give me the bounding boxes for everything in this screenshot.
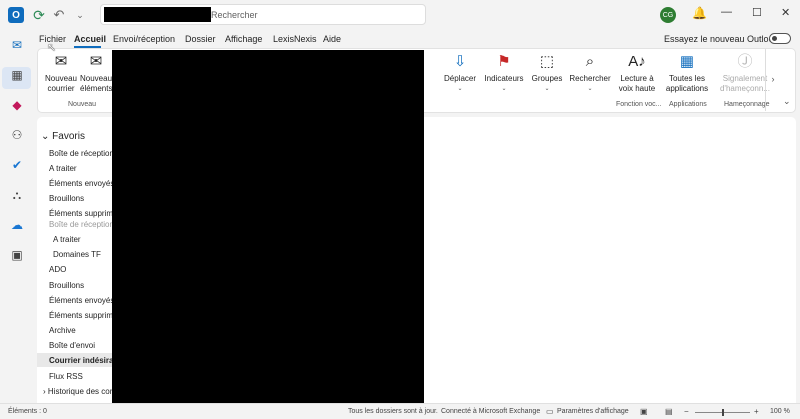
menu-envoi-reception[interactable]: Envoi/réception — [113, 34, 175, 44]
maximize-icon[interactable]: ☐ — [752, 6, 762, 19]
menu-accueil[interactable]: Accueil — [74, 34, 106, 44]
folder-item[interactable]: Boîte d'envoi — [49, 341, 95, 350]
folder-pane: ⌄ Favoris Boîte de réception A traiter É… — [37, 117, 112, 408]
mouse-cursor-icon: ↖ — [47, 42, 57, 54]
folder-item[interactable]: Éléments supprimés — [49, 209, 112, 218]
redacted-block — [104, 7, 211, 22]
people-icon[interactable]: ⚇ — [9, 127, 25, 143]
phishing-shield-icon: Ⓙ — [737, 53, 753, 70]
menu-lexisnexis[interactable]: LexisNexis — [273, 34, 317, 44]
app-rail: ✉ ▦ ◆ ⚇ ✔ ⛬ ☁ ▣ — [0, 30, 33, 408]
calendar-icon[interactable]: ▦ — [9, 67, 25, 83]
group-label-voice: Fonction voc... — [616, 101, 662, 108]
undo-icon[interactable]: ↶ — [51, 7, 67, 23]
minimize-icon[interactable]: — — [721, 6, 732, 18]
read-aloud-icon: A♪ — [628, 53, 646, 70]
folder-item[interactable]: A traiter — [49, 164, 77, 173]
try-new-outlook-toggle[interactable] — [769, 33, 791, 44]
envelope-icon: ✉ — [54, 53, 68, 70]
folder-item[interactable]: Brouillons — [49, 281, 84, 290]
display-settings-icon: ▭ — [546, 407, 554, 416]
read-aloud-button[interactable]: A♪ Lecture à voix haute — [616, 52, 658, 94]
bell-icon[interactable]: 🔔 — [692, 6, 707, 20]
search-icon: ⌕ — [585, 53, 595, 70]
status-bar: Éléments : 0 Tous les dossiers sont à jo… — [0, 403, 800, 419]
apps-icon[interactable]: ▣ — [9, 247, 25, 263]
redacted-region — [112, 50, 424, 415]
reading-pane — [424, 117, 796, 408]
move-button[interactable]: ⇩ Déplacer ⌄ — [441, 52, 479, 94]
find-button[interactable]: ⌕ Rechercher ⌄ — [569, 52, 611, 94]
folder-item[interactable]: Boîte de réception — [49, 220, 112, 229]
new-mail-button[interactable]: ✉ Nouveau courrier — [44, 52, 78, 94]
folder-item[interactable]: Flux RSS — [49, 372, 83, 381]
groups-icon: ⬚ — [539, 53, 555, 70]
envelope-icon: ✉ — [89, 53, 103, 70]
items-count: Éléments : 0 — [8, 408, 47, 415]
menu-aide[interactable]: Aide — [323, 34, 341, 44]
search-placeholder: Rechercher — [211, 10, 258, 20]
groups-icon[interactable]: ⛬ — [9, 187, 25, 203]
folder-item[interactable]: Boîte de réception — [49, 149, 112, 158]
menu-affichage[interactable]: Affichage — [225, 34, 262, 44]
zoom-out-icon[interactable]: − — [684, 407, 689, 416]
copilot-icon[interactable]: ◆ — [9, 97, 25, 113]
apps-grid-icon: ▦ — [679, 53, 695, 70]
folder-item[interactable]: Éléments supprimés — [49, 311, 112, 320]
folder-item[interactable]: Domaines TF — [53, 250, 101, 259]
folder-item[interactable]: Éléments envoyés — [49, 179, 112, 188]
chevron-down-icon[interactable]: ⌄ — [72, 7, 88, 23]
tags-button[interactable]: ⚑ Indicateurs ⌄ — [483, 52, 525, 94]
group-label-phishing: Hameçonnage — [724, 101, 770, 108]
favorites-header[interactable]: ⌄ Favoris — [41, 131, 85, 142]
zoom-slider-handle[interactable] — [722, 409, 724, 416]
display-settings-button[interactable]: Paramètres d'affichage — [557, 408, 629, 415]
avatar[interactable]: CG — [660, 7, 676, 23]
title-bar: O ⟳ ↶ ⌄ Rechercher CG 🔔 — ☐ ✕ — [0, 0, 800, 30]
new-items-button[interactable]: ✉ Nouveaux éléments — [80, 52, 116, 94]
folder-item[interactable]: ADO — [49, 265, 66, 274]
ribbon-collapse-icon[interactable]: ⌄ — [783, 96, 791, 107]
onedrive-icon[interactable]: ☁ — [9, 217, 25, 233]
folder-item-selected[interactable]: Courrier indésirable — [49, 356, 112, 365]
flag-icon: ⚑ — [497, 53, 511, 70]
folder-item[interactable]: › Historique des conversations — [43, 387, 112, 396]
folder-item[interactable]: Brouillons — [49, 194, 84, 203]
reading-view-icon[interactable]: ▤ — [665, 407, 673, 416]
ribbon-scroll-right-icon[interactable]: › — [765, 49, 780, 111]
sync-status: Tous les dossiers sont à jour. — [348, 408, 438, 415]
search-input[interactable]: Rechercher — [100, 4, 426, 25]
menu-bar: Fichier Accueil Envoi/réception Dossier … — [0, 30, 800, 48]
all-apps-button[interactable]: ▦ Toutes les applications — [664, 52, 710, 94]
menu-dossier[interactable]: Dossier — [185, 34, 216, 44]
group-label-apps: Applications — [669, 101, 707, 108]
report-phishing-button[interactable]: Ⓙ Signalement d'hameçonn... — [719, 52, 771, 94]
sync-icon[interactable]: ⟳ — [31, 7, 47, 23]
mail-icon[interactable]: ✉ — [9, 37, 25, 53]
move-folder-icon: ⇩ — [453, 53, 467, 70]
groups-button[interactable]: ⬚ Groupes ⌄ — [528, 52, 566, 94]
folder-item[interactable]: Éléments envoyés — [49, 296, 112, 305]
close-icon[interactable]: ✕ — [781, 6, 790, 19]
zoom-in-icon[interactable]: + — [754, 407, 759, 416]
normal-view-icon[interactable]: ▣ — [640, 407, 648, 416]
todo-icon[interactable]: ✔ — [9, 157, 25, 173]
connection-status: Connecté à Microsoft Exchange — [441, 408, 541, 415]
group-label-new: Nouveau — [68, 101, 97, 108]
folder-item[interactable]: A traiter — [53, 235, 81, 244]
outlook-logo-icon: O — [8, 7, 24, 23]
zoom-level: 100 % — [770, 408, 790, 415]
try-new-outlook-label: Essayez le nouveau Outlook — [664, 34, 779, 44]
folder-item[interactable]: Archive — [49, 326, 76, 335]
